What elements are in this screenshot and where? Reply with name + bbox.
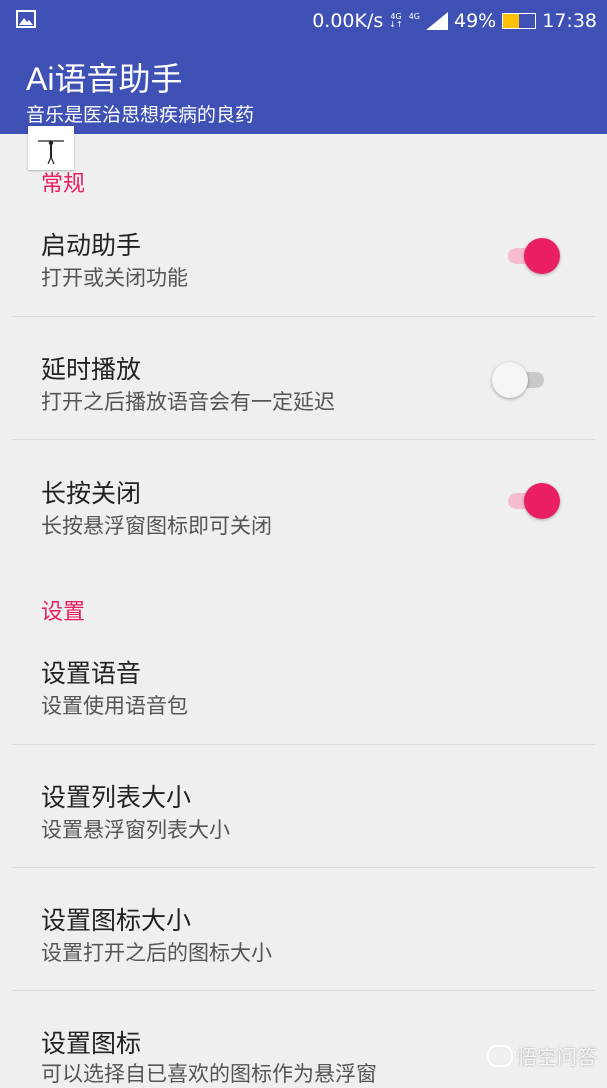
pref-title: 延时播放 [41, 355, 142, 384]
figure-icon [38, 140, 64, 165]
signal-4g-icon: 4G ↓↑ [389, 12, 403, 29]
watermark: 悟空问答 [487, 1041, 597, 1070]
app-subtitle: 音乐是医治思想疾病的良药 [26, 104, 255, 126]
pref-title: 设置列表大小 [41, 783, 192, 812]
pref-start-assistant[interactable]: 启动助手 打开或关闭功能 [0, 222, 607, 314]
signal-4g-2-icon: 4G [408, 12, 420, 21]
app-bar: Ai语音助手 音乐是医治思想疾病的良药 [0, 42, 607, 134]
pref-delayed-playback[interactable]: 延时播放 打开之后播放语音会有一定延迟 [0, 346, 607, 438]
image-notification-icon [16, 10, 36, 28]
pref-title: 设置图标 [41, 1029, 142, 1058]
pref-summary: 设置悬浮窗列表大小 [41, 818, 230, 842]
pref-summary: 设置使用语音包 [41, 694, 188, 718]
pref-set-list-size[interactable]: 设置列表大小 设置悬浮窗列表大小 [0, 774, 607, 866]
pref-summary: 打开之后播放语音会有一定延迟 [41, 390, 335, 414]
status-bar: 0.00K/s 4G ↓↑ 4G 49% 17:38 [0, 0, 607, 42]
divider [12, 990, 595, 991]
pref-title: 设置图标大小 [41, 906, 192, 935]
pref-title: 长按关闭 [41, 479, 142, 508]
start-assistant-switch[interactable] [502, 236, 560, 276]
divider [12, 744, 595, 745]
net-speed: 0.00K/s [312, 10, 384, 32]
divider [12, 316, 595, 317]
pref-summary: 长按悬浮窗图标即可关闭 [41, 514, 272, 538]
section-header-settings: 设置 [41, 600, 86, 625]
section-header-general: 常规 [41, 172, 86, 197]
floating-icon-avatar[interactable] [28, 126, 74, 170]
battery-percent: 49% [454, 10, 497, 32]
delayed-playback-switch[interactable] [492, 360, 550, 400]
pref-title: 设置语音 [41, 659, 142, 688]
clock: 17:38 [542, 10, 597, 32]
signal-strength-icon [426, 12, 448, 30]
pref-long-press-close[interactable]: 长按关闭 长按悬浮窗图标即可关闭 [0, 470, 607, 562]
app-title: Ai语音助手 [26, 61, 183, 97]
long-press-close-switch[interactable] [502, 481, 560, 521]
watermark-text: 悟空问答 [517, 1045, 597, 1069]
divider [12, 439, 595, 440]
pref-set-voice[interactable]: 设置语音 设置使用语音包 [0, 650, 607, 742]
battery-icon [502, 13, 537, 29]
chat-bubble-icon [487, 1044, 513, 1067]
divider [12, 867, 595, 868]
pref-title: 启动助手 [41, 231, 142, 260]
pref-summary: 设置打开之后的图标大小 [41, 941, 272, 965]
pref-set-icon-size[interactable]: 设置图标大小 设置打开之后的图标大小 [0, 897, 607, 989]
pref-summary: 可以选择自已喜欢的图标作为悬浮窗 [41, 1062, 377, 1086]
pref-summary: 打开或关闭功能 [41, 266, 188, 290]
